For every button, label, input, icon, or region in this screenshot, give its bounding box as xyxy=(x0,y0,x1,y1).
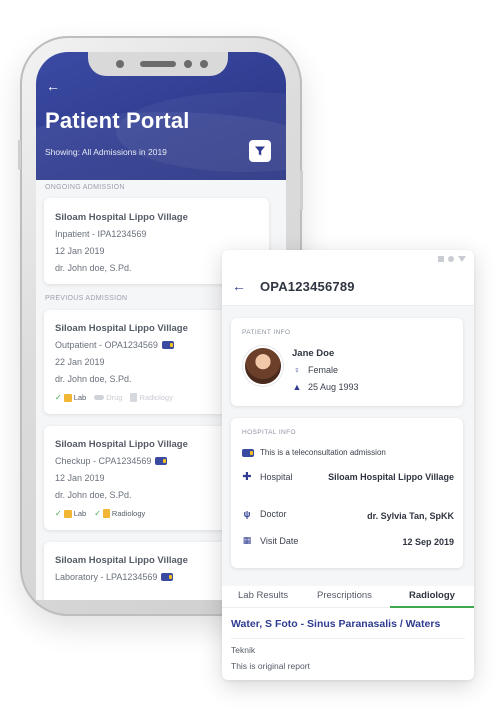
patient-dob: ▲ 25 Aug 1993 xyxy=(292,382,359,392)
hospital-cross-icon: ✚ xyxy=(242,471,252,483)
lab-icon xyxy=(63,393,72,402)
report-title[interactable]: Water, S Foto - Sinus Paranasalis / Wate… xyxy=(231,618,440,630)
admission-type: Inpatient - IPA1234569 xyxy=(55,229,147,239)
speaker-grille xyxy=(140,61,176,67)
back-arrow-icon[interactable]: ← xyxy=(232,278,246,294)
admission-hospital: Siloam Hospital Lippo Village xyxy=(55,323,188,334)
admission-id: OPA123456789 xyxy=(260,279,355,294)
tab-radiology[interactable]: Radiology xyxy=(409,590,455,601)
teleconsultation-badge-icon xyxy=(161,341,174,349)
test-drug: Drug xyxy=(94,393,122,402)
admission-doctor: dr. John doe, S.Pd. xyxy=(55,374,132,384)
test-radiology: Radiology xyxy=(130,393,173,402)
test-lab: ✓ Lab xyxy=(55,393,87,402)
radiology-icon xyxy=(102,509,110,518)
back-arrow-icon[interactable]: ← xyxy=(46,78,60,94)
admission-hospital: Siloam Hospital Lippo Village xyxy=(55,212,188,223)
admission-hospital: Siloam Hospital Lippo Village xyxy=(55,439,188,450)
test-lab: ✓ Lab xyxy=(55,509,87,518)
patient-info-card: PATIENT INFO Jane Doe ♀ Female ▲ 25 Aug … xyxy=(231,318,463,406)
admission-type: Checkup - CPA1234569 xyxy=(55,456,168,466)
teleconsultation-badge-icon xyxy=(155,457,168,465)
stethoscope-icon: ψ xyxy=(243,509,251,519)
circle-icon[interactable] xyxy=(448,256,454,262)
teleconsultation-badge-icon xyxy=(242,448,254,457)
admission-doctor: dr. John doe, S.Pd. xyxy=(55,490,132,500)
admission-date: 12 Jan 2019 xyxy=(55,473,105,483)
doctor-value: dr. Sylvia Tan, SpKK xyxy=(367,511,454,521)
admission-doctor: dr. John doe, S.Pd. xyxy=(55,263,132,273)
admission-tests: ✓ Lab ✓ Radiology xyxy=(55,509,145,518)
admission-date: 12 Jan 2019 xyxy=(55,246,105,256)
phone-volume-button xyxy=(18,140,21,170)
admission-type: Laboratory - LPA1234569 xyxy=(55,572,174,582)
detail-header: ← OPA123456789 xyxy=(222,266,474,306)
check-icon: ✓ xyxy=(55,393,62,402)
hospital-info-card: HOSPITAL INFO This is a teleconsultation… xyxy=(231,418,463,568)
teleconsultation-badge-icon xyxy=(161,573,174,581)
lab-icon xyxy=(63,509,72,518)
admission-tests: ✓ Lab Drug Radiology xyxy=(55,393,173,402)
portal-header: ← Patient Portal Showing: All Admissions… xyxy=(36,52,286,202)
hospital-value: Siloam Hospital Lippo Village xyxy=(328,472,454,482)
section-label-previous: PREVIOUS ADMISSION xyxy=(45,295,128,302)
admission-date: 22 Jan 2019 xyxy=(55,357,105,367)
female-icon: ♀ xyxy=(293,365,301,375)
window-controls xyxy=(438,256,466,262)
report-section: Teknik xyxy=(231,645,256,655)
patient-name: Jane Doe xyxy=(292,348,335,359)
square-icon[interactable] xyxy=(438,256,444,262)
page-title: Patient Portal xyxy=(45,108,190,133)
admission-type: Outpatient - OPA1234569 xyxy=(55,340,174,350)
drug-icon xyxy=(94,395,105,400)
section-label-ongoing: ONGOING ADMISSION xyxy=(45,184,125,191)
divider xyxy=(231,638,465,639)
triangle-icon[interactable] xyxy=(458,256,466,262)
report-text: This is original report xyxy=(231,661,310,671)
filter-summary: Showing: All Admissions in 2019 xyxy=(45,147,167,157)
sensor-icon xyxy=(184,60,192,68)
active-tab-indicator xyxy=(390,606,474,608)
hospital-info-label: HOSPITAL INFO xyxy=(242,429,296,436)
filter-button[interactable] xyxy=(249,140,271,162)
test-radiology: ✓ Radiology xyxy=(94,509,146,518)
check-icon: ✓ xyxy=(94,509,101,518)
patient-info-label: PATIENT INFO xyxy=(242,329,291,336)
tab-lab-results[interactable]: Lab Results xyxy=(238,590,288,601)
result-tabs: Lab Results Prescriptions Radiology xyxy=(222,586,474,608)
check-icon: ✓ xyxy=(55,509,62,518)
visit-date-value: 12 Sep 2019 xyxy=(402,537,454,547)
phone-power-button xyxy=(300,170,303,210)
patient-gender: ♀ Female xyxy=(293,365,339,375)
radiology-icon xyxy=(130,393,138,402)
camera-icon xyxy=(200,60,208,68)
patient-avatar xyxy=(243,346,283,386)
phone-notch xyxy=(88,52,228,76)
filter-icon xyxy=(255,146,265,156)
teleconsultation-note: This is a teleconsultation admission xyxy=(242,448,386,457)
detail-body: PATIENT INFO Jane Doe ♀ Female ▲ 25 Aug … xyxy=(222,306,474,586)
camera-icon xyxy=(116,60,124,68)
admission-hospital: Siloam Hospital Lippo Village xyxy=(55,555,188,566)
calendar-icon: ▦ xyxy=(242,535,252,545)
tab-prescriptions[interactable]: Prescriptions xyxy=(317,590,372,601)
cake-icon: ▲ xyxy=(292,382,302,392)
admission-detail-window: ← OPA123456789 PATIENT INFO Jane Doe ♀ F… xyxy=(222,250,474,680)
